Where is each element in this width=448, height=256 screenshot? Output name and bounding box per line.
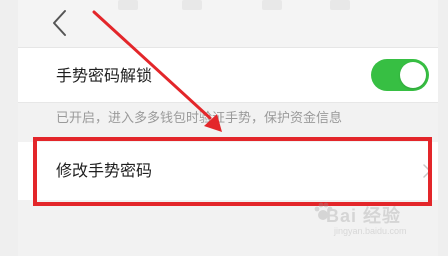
chevron-left-icon <box>53 10 66 36</box>
back-button[interactable] <box>44 6 76 40</box>
switch-knob <box>400 62 426 88</box>
gesture-hint-text: 已开启，进入多多钱包时验证手势，保护资金信息 <box>56 111 343 126</box>
status-icon <box>118 0 138 10</box>
status-icon <box>182 0 202 10</box>
status-icon <box>330 0 350 10</box>
watermark-main: Bai 经验 <box>326 206 402 226</box>
top-bar <box>18 0 438 48</box>
chevron-right-icon <box>423 164 431 178</box>
status-icon <box>262 0 282 10</box>
change-gesture-label: 修改手势密码 <box>56 161 153 180</box>
watermark-sub: jingyan.baidu.com <box>334 226 407 236</box>
gesture-unlock-switch[interactable] <box>371 59 429 91</box>
baidu-watermark: Bai 经验 jingyan.baidu.com <box>312 201 430 243</box>
gesture-unlock-label: 手势密码解锁 <box>56 66 153 85</box>
gesture-unlock-row: 手势密码解锁 <box>18 48 438 103</box>
change-gesture-row[interactable]: 修改手势密码 <box>18 142 438 200</box>
screen: 手势密码解锁 已开启，进入多多钱包时验证手势，保护资金信息 修改手势密码 Bai… <box>0 0 448 256</box>
